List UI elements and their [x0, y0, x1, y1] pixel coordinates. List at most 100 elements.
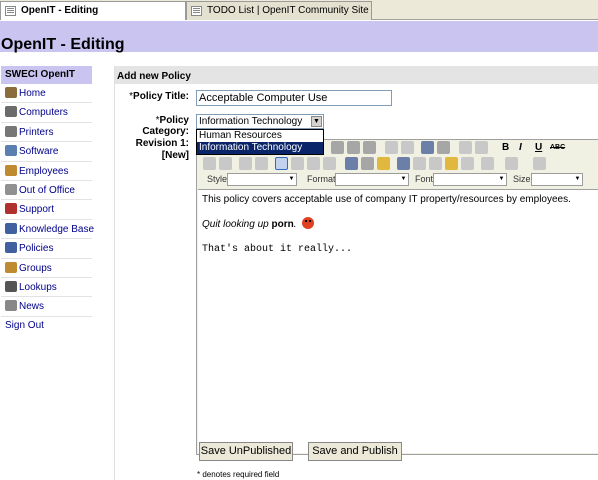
sidebar-item-employees[interactable]: Employees [1, 162, 92, 181]
sign-out-link[interactable]: Sign Out [1, 317, 92, 331]
sidebar-item-news[interactable]: News [1, 297, 92, 317]
people-icon [5, 164, 17, 176]
group-icon [5, 261, 17, 273]
chevron-down-icon: ▼ [400, 176, 407, 182]
underline-button[interactable]: U [535, 140, 542, 155]
browser-tab-bar: OpenIT - Editing TODO List | OpenIT Comm… [0, 0, 598, 20]
revision-status: [New] [161, 150, 189, 161]
italic-button[interactable]: I [519, 140, 522, 155]
sidebar-item-lookups[interactable]: Lookups [1, 278, 92, 298]
editor-toolbar-row-2 [199, 156, 597, 172]
editor-toolbar-row-3: Style ▼ Format ▼ Font ▼ Size ▼ [199, 172, 597, 188]
tab-openit-editing[interactable]: OpenIT - Editing [0, 1, 186, 20]
undo-icon[interactable] [385, 141, 398, 154]
sidebar-item-label: Knowledge Base [19, 223, 95, 235]
chevron-down-icon[interactable]: ▼ [311, 116, 322, 127]
anchor-icon[interactable] [377, 157, 390, 170]
sidebar-item-out-of-office[interactable]: Out of Office [1, 181, 92, 201]
newspaper-icon [5, 300, 17, 312]
category-option[interactable]: Human Resources [197, 130, 323, 142]
page-icon [5, 6, 16, 16]
style-combo[interactable]: ▼ [227, 173, 297, 186]
size-combo[interactable]: ▼ [531, 173, 583, 186]
sidebar-item-computers[interactable]: Computers [1, 103, 92, 123]
style-label: Style [207, 174, 228, 184]
font-combo[interactable]: ▼ [433, 173, 507, 186]
bullet-list-icon[interactable] [219, 157, 232, 170]
revision-label: Revision 1: [135, 138, 189, 149]
sidebar-item-label: Employees [19, 165, 69, 177]
category-dropdown-list: Human Resources Information Technology [196, 129, 324, 155]
sidebar: SWECI OpenIT Home Computers Printers Softwa… [1, 66, 95, 331]
size-label: Size [513, 174, 531, 184]
lifebuoy-icon [5, 203, 17, 215]
align-justify-icon[interactable] [323, 157, 336, 170]
policy-category-select[interactable]: Information Technology ▼ [196, 114, 324, 129]
policy-category-value: Information Technology [199, 116, 303, 127]
sidebar-item-software[interactable]: Software [1, 142, 92, 162]
special-char-icon[interactable] [461, 157, 474, 170]
tab-label: TODO List | OpenIT Community Site [207, 5, 369, 16]
redo-icon[interactable] [401, 141, 414, 154]
sidebar-item-label: Software [19, 146, 59, 158]
sidebar-item-label: Policies [19, 243, 54, 255]
align-left-icon[interactable] [275, 157, 288, 170]
policy-title-input[interactable] [196, 90, 392, 106]
binoculars-icon [5, 280, 17, 292]
select-all-icon[interactable] [459, 141, 472, 154]
chevron-down-icon: ▼ [498, 176, 505, 182]
smiley-icon[interactable] [445, 157, 458, 170]
tab-todo-list[interactable]: TODO List | OpenIT Community Site [186, 1, 372, 20]
format-label: Format [307, 174, 336, 184]
policy-category-label: *Policy Category: [115, 115, 189, 137]
text-color-icon[interactable] [481, 157, 494, 170]
numbered-list-icon[interactable] [203, 157, 216, 170]
paste-word-icon[interactable] [363, 141, 376, 154]
emoticon-icon [302, 217, 315, 229]
find-icon[interactable] [421, 141, 434, 154]
copy-icon[interactable] [331, 141, 344, 154]
printer-icon [5, 125, 17, 137]
category-option-selected[interactable]: Information Technology [197, 142, 323, 154]
sidebar-item-printers[interactable]: Printers [1, 123, 92, 143]
background-color-icon[interactable] [505, 157, 518, 170]
page-header: OpenIT - Editing [0, 21, 598, 53]
save-and-publish-button[interactable]: Save and Publish [308, 442, 402, 461]
policy-title-label: *Policy Title: [115, 91, 189, 102]
align-center-icon[interactable] [291, 157, 304, 170]
indent-icon[interactable] [255, 157, 268, 170]
editor-content-area[interactable]: This policy covers acceptable use of com… [198, 189, 598, 453]
policy-form-panel: Add new Policy *Policy Title: *Policy Ca… [114, 66, 598, 480]
sidebar-item-knowledge-base[interactable]: Knowledge Base [1, 220, 95, 240]
content-text: . [293, 219, 297, 230]
sidebar-item-groups[interactable]: Groups [1, 259, 92, 278]
policy-title-label-text: Policy Title: [133, 91, 189, 102]
book-icon [5, 222, 17, 234]
page-icon [191, 6, 202, 16]
format-combo[interactable]: ▼ [335, 173, 409, 186]
save-unpublished-button[interactable]: Save UnPublished [199, 442, 293, 461]
chevron-down-icon: ▼ [288, 176, 295, 182]
unlink-icon[interactable] [361, 157, 374, 170]
remove-format-icon[interactable] [475, 141, 488, 154]
align-right-icon[interactable] [307, 157, 320, 170]
about-icon[interactable] [533, 157, 546, 170]
horizontal-rule-icon[interactable] [429, 157, 442, 170]
bold-button[interactable]: B [502, 140, 509, 155]
sidebar-item-support[interactable]: Support [1, 200, 92, 220]
link-icon[interactable] [345, 157, 358, 170]
paste-icon[interactable] [347, 141, 360, 154]
image-icon[interactable] [397, 157, 410, 170]
sidebar-item-policies[interactable]: Policies [1, 239, 92, 259]
book-icon [5, 242, 17, 254]
sidebar-title: SWECI OpenIT [1, 66, 92, 84]
content-paragraph: Quit looking up porn. [202, 217, 594, 230]
sidebar-item-label: Out of Office [19, 184, 75, 196]
form-heading: Add new Policy [115, 66, 598, 84]
sidebar-item-home[interactable]: Home [1, 84, 92, 104]
content-paragraph: That's about it really... [202, 244, 353, 255]
outdent-icon[interactable] [239, 157, 252, 170]
replace-icon[interactable] [437, 141, 450, 154]
table-icon[interactable] [413, 157, 426, 170]
strikethrough-button[interactable]: ABC [550, 140, 565, 155]
